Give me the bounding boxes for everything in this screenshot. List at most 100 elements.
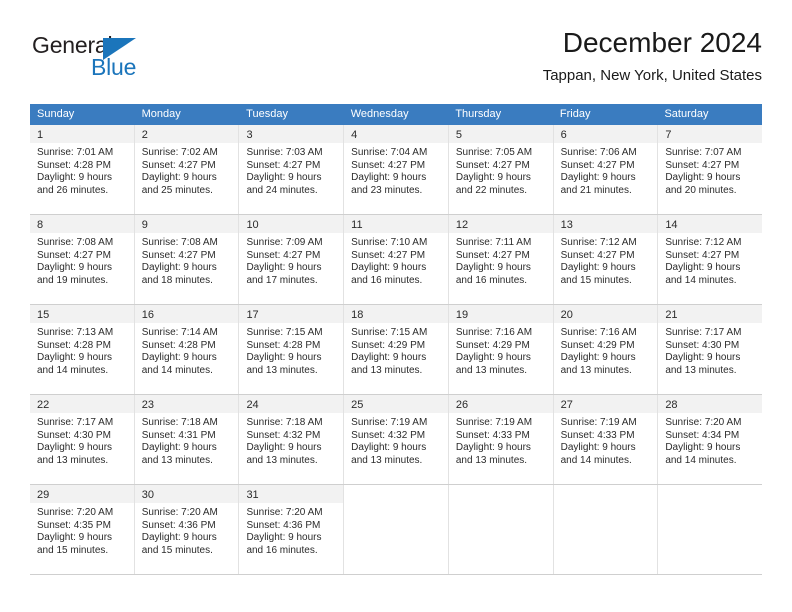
day-number-bar: 28 xyxy=(658,395,763,413)
day-cell[interactable]: 23 Sunrise: 7:18 AM Sunset: 4:31 PM Dayl… xyxy=(134,395,240,484)
daylight-text-line2: and 13 minutes. xyxy=(665,364,737,376)
daylight-text-line2: and 21 minutes. xyxy=(560,184,632,196)
day-info: Sunrise: 7:05 AM Sunset: 4:27 PM Dayligh… xyxy=(449,143,553,197)
general-blue-logo[interactable]: General Blue xyxy=(30,32,210,88)
day-cell[interactable]: 17 Sunrise: 7:15 AM Sunset: 4:28 PM Dayl… xyxy=(239,305,345,394)
daylight-text-line2: and 26 minutes. xyxy=(37,184,109,196)
daylight-text-line2: and 24 minutes. xyxy=(246,184,318,196)
day-cell[interactable]: 11 Sunrise: 7:10 AM Sunset: 4:27 PM Dayl… xyxy=(344,215,449,304)
day-cell-empty xyxy=(658,485,763,574)
day-number-bar: 11 xyxy=(344,215,448,233)
daylight-text-line2: and 13 minutes. xyxy=(246,454,318,466)
daylight-text-line2: and 19 minutes. xyxy=(37,274,109,286)
day-number-bar: 8 xyxy=(30,215,134,233)
day-number: 20 xyxy=(560,309,573,321)
sunset-text: Sunset: 4:27 PM xyxy=(665,249,740,261)
day-cell-empty xyxy=(448,485,554,574)
daylight-text-line2: and 13 minutes. xyxy=(351,454,423,466)
sunrise-text: Sunrise: 7:11 AM xyxy=(455,237,532,248)
sunset-text: Sunset: 4:27 PM xyxy=(560,159,635,171)
sunset-text: Sunset: 4:34 PM xyxy=(665,429,740,441)
sunrise-text: Sunrise: 7:08 AM xyxy=(141,237,218,248)
day-number: 10 xyxy=(246,219,259,231)
day-cell[interactable]: 9 Sunrise: 7:08 AM Sunset: 4:27 PM Dayli… xyxy=(134,215,240,304)
daylight-text-line1: Daylight: 9 hours xyxy=(246,352,322,364)
weekday-header-saturday: Saturday xyxy=(664,108,709,120)
day-number-bar: 9 xyxy=(134,215,239,233)
day-number: 24 xyxy=(246,399,259,411)
daylight-text-line1: Daylight: 9 hours xyxy=(141,352,217,364)
daylight-text-line2: and 16 minutes. xyxy=(455,274,528,286)
day-info: Sunrise: 7:12 AM Sunset: 4:27 PM Dayligh… xyxy=(554,233,658,287)
sunset-text: Sunset: 4:27 PM xyxy=(351,249,426,261)
sunrise-text: Sunrise: 7:02 AM xyxy=(141,147,218,158)
logo-text-blue: Blue xyxy=(91,54,137,80)
daylight-text-line2: and 13 minutes. xyxy=(351,364,423,376)
sunrise-text: Sunrise: 7:20 AM xyxy=(665,417,742,428)
day-cell[interactable]: 2 Sunrise: 7:02 AM Sunset: 4:27 PM Dayli… xyxy=(134,125,240,214)
daylight-text-line1: Daylight: 9 hours xyxy=(455,442,531,454)
day-cell[interactable]: 4 Sunrise: 7:04 AM Sunset: 4:27 PM Dayli… xyxy=(344,125,449,214)
day-info: Sunrise: 7:15 AM Sunset: 4:29 PM Dayligh… xyxy=(344,323,448,377)
day-number: 8 xyxy=(37,219,44,231)
daylight-text-line1: Daylight: 9 hours xyxy=(560,262,636,274)
daylight-text-line2: and 14 minutes. xyxy=(560,454,632,466)
day-info: Sunrise: 7:08 AM Sunset: 4:27 PM Dayligh… xyxy=(135,233,239,287)
day-cell[interactable]: 21 Sunrise: 7:17 AM Sunset: 4:30 PM Dayl… xyxy=(658,305,763,394)
daylight-text-line1: Daylight: 9 hours xyxy=(141,442,217,454)
day-cell[interactable]: 20 Sunrise: 7:16 AM Sunset: 4:29 PM Dayl… xyxy=(553,305,659,394)
day-cell[interactable]: 3 Sunrise: 7:03 AM Sunset: 4:27 PM Dayli… xyxy=(239,125,345,214)
day-number-bar: 21 xyxy=(658,305,763,323)
daylight-text-line1: Daylight: 9 hours xyxy=(560,172,636,184)
day-number-bar: 3 xyxy=(239,125,344,143)
day-cell[interactable]: 14 Sunrise: 7:12 AM Sunset: 4:27 PM Dayl… xyxy=(658,215,763,304)
daylight-text-line1: Daylight: 9 hours xyxy=(141,262,217,274)
day-cell[interactable]: 27 Sunrise: 7:19 AM Sunset: 4:33 PM Dayl… xyxy=(553,395,659,484)
day-cell[interactable]: 16 Sunrise: 7:14 AM Sunset: 4:28 PM Dayl… xyxy=(134,305,240,394)
day-number: 11 xyxy=(351,219,363,231)
day-cell[interactable]: 28 Sunrise: 7:20 AM Sunset: 4:34 PM Dayl… xyxy=(658,395,763,484)
day-cell[interactable]: 18 Sunrise: 7:15 AM Sunset: 4:29 PM Dayl… xyxy=(344,305,449,394)
day-cell[interactable]: 31 Sunrise: 7:20 AM Sunset: 4:36 PM Dayl… xyxy=(239,485,345,574)
day-cell[interactable]: 7 Sunrise: 7:07 AM Sunset: 4:27 PM Dayli… xyxy=(658,125,763,214)
daylight-text-line1: Daylight: 9 hours xyxy=(351,352,427,364)
day-number-bar: 23 xyxy=(134,395,239,413)
sunrise-text: Sunrise: 7:16 AM xyxy=(560,327,637,338)
sunrise-text: Sunrise: 7:18 AM xyxy=(246,417,323,428)
day-cell[interactable]: 19 Sunrise: 7:16 AM Sunset: 4:29 PM Dayl… xyxy=(448,305,554,394)
sunset-text: Sunset: 4:35 PM xyxy=(37,519,111,531)
day-cell[interactable]: 25 Sunrise: 7:19 AM Sunset: 4:32 PM Dayl… xyxy=(344,395,449,484)
day-cell[interactable]: 8 Sunrise: 7:08 AM Sunset: 4:27 PM Dayli… xyxy=(30,215,135,304)
day-cell[interactable]: 10 Sunrise: 7:09 AM Sunset: 4:27 PM Dayl… xyxy=(239,215,345,304)
daylight-text-line2: and 16 minutes. xyxy=(246,544,318,556)
day-info: Sunrise: 7:20 AM Sunset: 4:36 PM Dayligh… xyxy=(135,503,239,557)
day-number: 23 xyxy=(141,399,154,411)
sunset-text: Sunset: 4:33 PM xyxy=(560,429,635,441)
day-cell[interactable]: 6 Sunrise: 7:06 AM Sunset: 4:27 PM Dayli… xyxy=(553,125,659,214)
day-cell[interactable]: 29 Sunrise: 7:20 AM Sunset: 4:35 PM Dayl… xyxy=(30,485,135,574)
day-cell[interactable]: 15 Sunrise: 7:13 AM Sunset: 4:28 PM Dayl… xyxy=(30,305,135,394)
day-number: 25 xyxy=(351,399,364,411)
day-info: Sunrise: 7:01 AM Sunset: 4:28 PM Dayligh… xyxy=(30,143,134,197)
day-cell[interactable]: 26 Sunrise: 7:19 AM Sunset: 4:33 PM Dayl… xyxy=(448,395,554,484)
daylight-text-line2: and 13 minutes. xyxy=(246,364,318,376)
sunset-text: Sunset: 4:28 PM xyxy=(37,339,111,351)
sunrise-text: Sunrise: 7:01 AM xyxy=(37,147,114,158)
daylight-text-line2: and 13 minutes. xyxy=(37,454,109,466)
day-cell[interactable]: 5 Sunrise: 7:05 AM Sunset: 4:27 PM Dayli… xyxy=(448,125,554,214)
day-cell[interactable]: 24 Sunrise: 7:18 AM Sunset: 4:32 PM Dayl… xyxy=(239,395,345,484)
sunset-text: Sunset: 4:27 PM xyxy=(141,249,216,261)
daylight-text-line2: and 17 minutes. xyxy=(246,274,318,286)
daylight-text-line1: Daylight: 9 hours xyxy=(37,262,113,274)
day-cell[interactable]: 12 Sunrise: 7:11 AM Sunset: 4:27 PM Dayl… xyxy=(448,215,554,304)
day-cell[interactable]: 30 Sunrise: 7:20 AM Sunset: 4:36 PM Dayl… xyxy=(134,485,240,574)
day-cell[interactable]: 1 Sunrise: 7:01 AM Sunset: 4:28 PM Dayli… xyxy=(30,125,135,214)
page-title: December 2024 xyxy=(562,27,762,58)
day-cell[interactable]: 22 Sunrise: 7:17 AM Sunset: 4:30 PM Dayl… xyxy=(30,395,135,484)
day-cell[interactable]: 13 Sunrise: 7:12 AM Sunset: 4:27 PM Dayl… xyxy=(553,215,659,304)
day-number-bar: 26 xyxy=(448,395,553,413)
day-number-bar: 31 xyxy=(239,485,344,503)
sunrise-text: Sunrise: 7:19 AM xyxy=(455,417,533,428)
day-number-bar xyxy=(658,485,762,503)
calendar-week-row: 1 Sunrise: 7:01 AM Sunset: 4:28 PM Dayli… xyxy=(30,125,763,215)
